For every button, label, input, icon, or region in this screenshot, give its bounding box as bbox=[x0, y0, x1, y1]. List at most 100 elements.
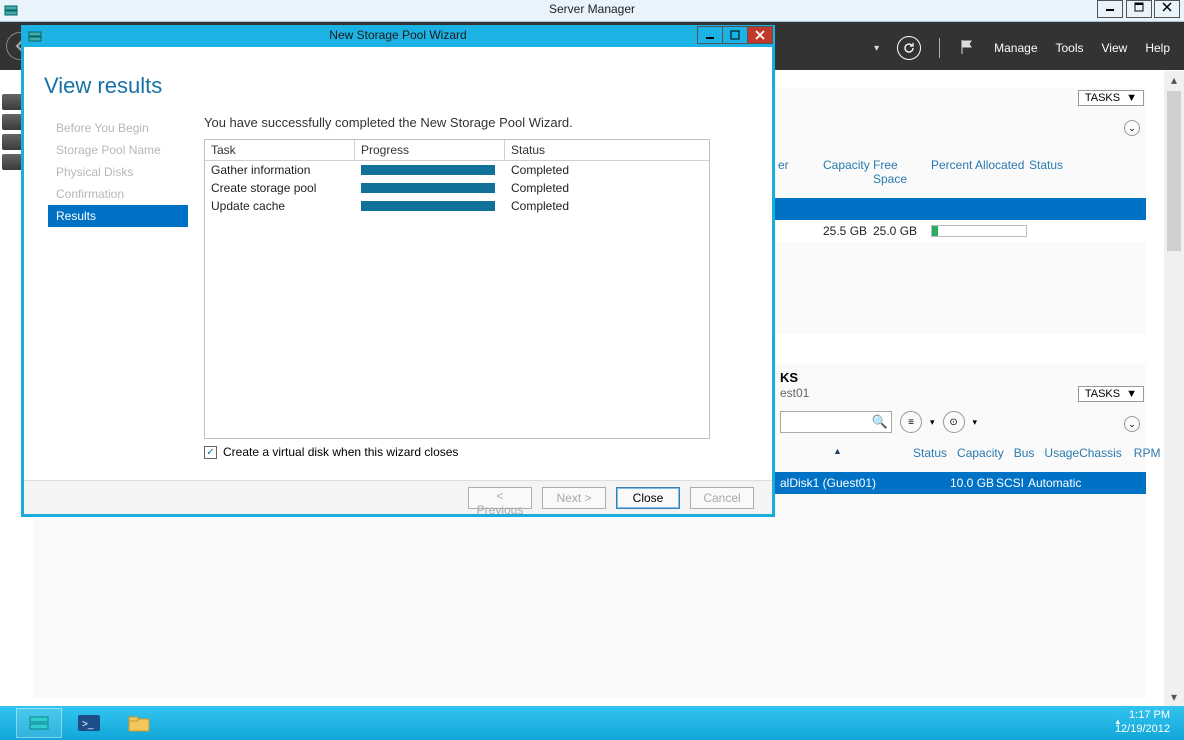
results-table: Task Progress Status Gather information … bbox=[204, 139, 710, 439]
cancel-button: Cancel bbox=[690, 487, 754, 509]
storage-pool-wizard: New Storage Pool Wizard View results Bef… bbox=[21, 25, 775, 517]
outer-close-button[interactable] bbox=[1154, 0, 1180, 18]
clock-date: 12/19/2012 bbox=[1115, 722, 1170, 736]
scroll-thumb[interactable] bbox=[1167, 91, 1181, 251]
checkbox-icon[interactable]: ✓ bbox=[204, 446, 217, 459]
save-query-icon[interactable]: ⊙ bbox=[943, 411, 965, 433]
header-status[interactable]: Status bbox=[505, 140, 709, 160]
column-headers: ▲ Status Capacity Bus Usage Chassis RPM bbox=[783, 446, 1138, 460]
wizard-steps: Before You Begin Storage Pool Name Physi… bbox=[48, 117, 188, 227]
wizard-minimize-button[interactable] bbox=[697, 26, 723, 44]
wizard-close-button[interactable] bbox=[747, 26, 773, 44]
step-results: Results bbox=[48, 205, 188, 227]
close-button[interactable]: Close bbox=[616, 487, 680, 509]
table-row: Create storage pool Completed bbox=[205, 179, 709, 197]
cell-capacity: 10.0 GB bbox=[950, 476, 996, 490]
col-status[interactable]: Status bbox=[913, 446, 947, 460]
menu-help[interactable]: Help bbox=[1145, 41, 1170, 55]
taskbar-clock[interactable]: ▴ 1:17 PM 12/19/2012 bbox=[1115, 708, 1170, 738]
outer-minimize-button[interactable] bbox=[1097, 0, 1123, 18]
step-physical-disks: Physical Disks bbox=[48, 161, 188, 183]
col-server[interactable]: er bbox=[778, 158, 789, 172]
tasks-label: TASKS bbox=[1085, 388, 1120, 400]
scroll-down-icon[interactable]: ▾ bbox=[1164, 688, 1184, 706]
checkbox-label: Create a virtual disk when this wizard c… bbox=[223, 445, 458, 459]
col-free-space[interactable]: Free Space bbox=[873, 158, 931, 186]
outer-window-buttons bbox=[1098, 0, 1180, 21]
cell-status: Completed bbox=[505, 197, 709, 215]
col-usage[interactable]: Usage bbox=[1044, 446, 1079, 460]
column-headers: er Capacity Free Space Percent Allocated… bbox=[823, 158, 1075, 186]
step-confirmation: Confirmation bbox=[48, 183, 188, 205]
step-before-you-begin: Before You Begin bbox=[48, 117, 188, 139]
allocation-bar bbox=[931, 225, 1027, 237]
vertical-scrollbar[interactable]: ▴ ▾ bbox=[1164, 71, 1184, 706]
taskbar: >_ ▴ 1:17 PM 12/19/2012 bbox=[0, 706, 1184, 740]
wizard-footer: < Previous Next > Close Cancel bbox=[24, 480, 772, 514]
col-capacity[interactable]: Capacity bbox=[823, 158, 873, 186]
cell-task: Update cache bbox=[205, 197, 355, 215]
wizard-titlebar[interactable]: New Storage Pool Wizard bbox=[21, 25, 775, 47]
col-capacity[interactable]: Capacity bbox=[957, 446, 1004, 460]
cell-capacity: 25.5 GB bbox=[823, 224, 873, 238]
table-header-row: Task Progress Status bbox=[205, 140, 709, 161]
table-row: Update cache Completed bbox=[205, 197, 709, 215]
previous-button: < Previous bbox=[468, 487, 532, 509]
cell-usage: Automatic bbox=[1028, 476, 1081, 490]
wizard-message: You have successfully completed the New … bbox=[204, 115, 573, 130]
col-rpm[interactable]: RPM bbox=[1134, 446, 1161, 460]
table-row: Gather information Completed bbox=[205, 161, 709, 179]
tray-arrow-icon[interactable]: ▴ bbox=[1115, 714, 1120, 728]
dropdown-caret-icon[interactable]: ▾ bbox=[874, 43, 879, 54]
panel-toolbar: 🔍 ≡▾ ⊙▾ bbox=[780, 410, 1142, 434]
wizard-maximize-button[interactable] bbox=[722, 26, 748, 44]
progress-bar bbox=[361, 201, 495, 211]
col-chassis[interactable]: Chassis bbox=[1079, 446, 1122, 460]
next-button: Next > bbox=[542, 487, 606, 509]
cell-task: Gather information bbox=[205, 161, 355, 179]
menu-tools[interactable]: Tools bbox=[1056, 41, 1084, 55]
col-percent-allocated[interactable]: Percent Allocated bbox=[931, 158, 1029, 186]
cell-task: Create storage pool bbox=[205, 179, 355, 197]
create-vd-checkbox[interactable]: ✓ Create a virtual disk when this wizard… bbox=[204, 445, 458, 459]
progress-bar bbox=[361, 183, 495, 193]
col-status[interactable]: Status bbox=[1029, 158, 1075, 186]
header-task[interactable]: Task bbox=[205, 140, 355, 160]
menu-view[interactable]: View bbox=[1102, 41, 1128, 55]
outer-window-title: Server Manager bbox=[0, 2, 1184, 16]
expand-toggle-icon[interactable]: ⌄ bbox=[1124, 416, 1140, 432]
panel-subhead-partial: est01 bbox=[780, 386, 809, 400]
step-storage-pool-name: Storage Pool Name bbox=[48, 139, 188, 161]
taskbar-server-manager-icon[interactable] bbox=[16, 708, 62, 738]
expand-toggle-icon[interactable]: ⌄ bbox=[1124, 120, 1140, 136]
menu-manage[interactable]: Manage bbox=[994, 41, 1037, 55]
taskbar-explorer-icon[interactable] bbox=[116, 708, 162, 738]
progress-bar bbox=[361, 165, 495, 175]
tasks-dropdown[interactable]: TASKS▼ bbox=[1078, 386, 1144, 402]
cell-free: 25.0 GB bbox=[873, 224, 925, 238]
col-bus[interactable]: Bus bbox=[1014, 446, 1035, 460]
wizard-heading: View results bbox=[44, 73, 162, 99]
filter-icon[interactable]: ≡ bbox=[900, 411, 922, 433]
outer-titlebar: Server Manager bbox=[0, 0, 1184, 22]
search-icon[interactable]: 🔍 bbox=[872, 414, 888, 430]
panel-heading-partial: KS bbox=[780, 370, 798, 385]
outer-maximize-button[interactable] bbox=[1126, 0, 1152, 18]
cell-name: alDisk1 (Guest01) bbox=[780, 476, 950, 490]
header-progress[interactable]: Progress bbox=[355, 140, 505, 160]
tasks-dropdown[interactable]: TASKS▼ bbox=[1078, 90, 1144, 106]
taskbar-powershell-icon[interactable]: >_ bbox=[66, 708, 112, 738]
wizard-title: New Storage Pool Wizard bbox=[21, 28, 775, 42]
toolbar-separator bbox=[939, 38, 940, 58]
svg-text:>_: >_ bbox=[82, 719, 94, 730]
clock-time: 1:17 PM bbox=[1115, 708, 1170, 722]
cell-status: Completed bbox=[505, 161, 709, 179]
search-box[interactable]: 🔍 bbox=[780, 411, 892, 433]
cell-bus: SCSI bbox=[996, 476, 1028, 490]
cell-status: Completed bbox=[505, 179, 709, 197]
scroll-up-icon[interactable]: ▴ bbox=[1164, 71, 1184, 89]
flag-icon[interactable] bbox=[958, 38, 976, 59]
sort-indicator-icon: ▲ bbox=[833, 446, 842, 456]
tasks-label: TASKS bbox=[1085, 92, 1120, 104]
refresh-icon[interactable] bbox=[897, 36, 921, 60]
